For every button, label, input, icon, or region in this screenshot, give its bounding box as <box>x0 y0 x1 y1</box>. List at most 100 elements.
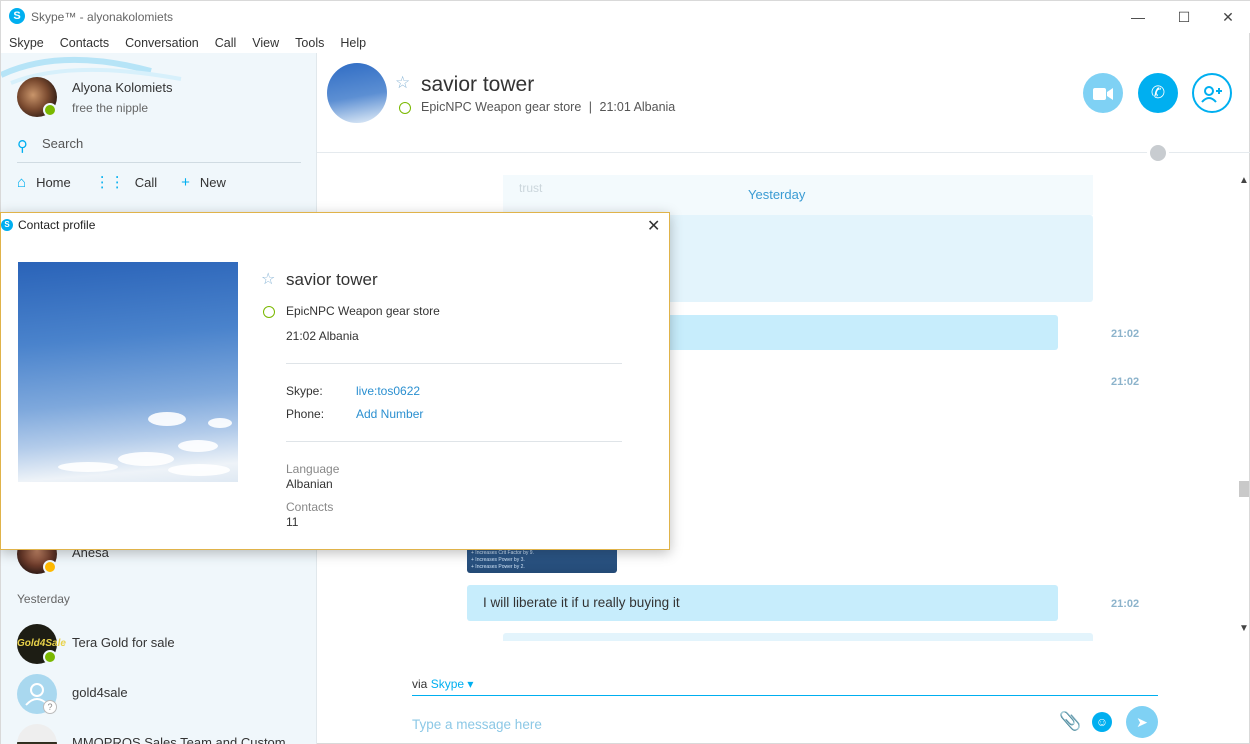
scroll-up-icon[interactable]: ▲ <box>1239 175 1249 186</box>
language-label: Language <box>286 462 340 476</box>
skype-logo-icon: S <box>1 219 13 231</box>
divider <box>286 441 622 442</box>
dialog-title: Contact profile <box>18 218 96 232</box>
send-arrow-icon: ➤ <box>1136 714 1148 730</box>
language-value: Albanian <box>286 477 333 491</box>
skype-logo-icon: S <box>9 8 25 24</box>
skype-id-link[interactable]: live:tos0622 <box>356 384 420 398</box>
conversation-header: ☆ savior tower EpicNPC Weapon gear store… <box>317 53 1250 164</box>
day-label-yesterday: Yesterday <box>17 592 70 606</box>
nav-new-label: New <box>199 174 226 190</box>
add-number-link[interactable]: Add Number <box>356 407 423 421</box>
menu-skype[interactable]: Skype <box>1 33 52 53</box>
image-caption-line: + Increases Power by 2. <box>471 564 525 570</box>
recent-item-tera-gold[interactable]: Gold4Sale Tera Gold for sale <box>1 619 316 669</box>
nav-call-label: Call <box>134 174 158 190</box>
contact-local-time: 21:01 Albania <box>599 100 676 114</box>
scrollbar-thumb[interactable] <box>1239 481 1249 497</box>
menu-bar: Skype Contacts Conversation Call View To… <box>1 33 374 53</box>
avatar <box>17 724 57 744</box>
offline-status-icon <box>399 102 411 114</box>
window-title: Skype™ - alyonakolomiets <box>31 10 174 24</box>
faded-message-text: trust <box>519 181 543 195</box>
menu-conversation[interactable]: Conversation <box>117 33 207 53</box>
contact-mood-text: EpicNPC Weapon gear store <box>421 100 582 114</box>
nav-call[interactable]: ⋮⋮ Call <box>95 173 157 191</box>
message-time: 21:02 <box>1111 376 1140 388</box>
favorite-star-icon[interactable]: ☆ <box>395 73 410 93</box>
title-bar: S Skype™ - alyonakolomiets — ☐ ✕ <box>1 1 1250 33</box>
recent-item-gold4sale[interactable]: ? gold4sale <box>1 669 316 719</box>
my-name[interactable]: Alyona Kolomiets <box>72 80 172 95</box>
contact-avatar[interactable] <box>327 63 387 123</box>
nav-new[interactable]: + New <box>181 173 226 191</box>
message-bubble[interactable]: I will liberate it if u really buying it <box>467 585 1058 621</box>
menu-contacts[interactable]: Contacts <box>52 33 117 53</box>
emoticon-icon[interactable]: ☺ <box>1092 712 1112 732</box>
search-label: Search <box>42 136 84 151</box>
phone-label: Phone: <box>286 407 325 421</box>
voice-call-button[interactable]: ✆ <box>1138 73 1178 113</box>
divider <box>286 363 622 364</box>
recent-item-mmopros[interactable]: MMOPROS Sales Team and Custom <box>1 719 316 744</box>
attach-file-icon[interactable]: 📎 <box>1059 711 1081 732</box>
minimize-button[interactable]: — <box>1115 1 1161 33</box>
video-call-button[interactable] <box>1083 73 1123 113</box>
unknown-status-icon: ? <box>43 700 57 714</box>
my-mood[interactable]: free the nipple <box>72 101 148 115</box>
contacts-label: Contacts <box>286 500 334 514</box>
scroll-down-icon[interactable]: ▼ <box>1239 623 1249 634</box>
profile-name: savior tower <box>286 270 378 289</box>
add-person-icon <box>1201 85 1222 103</box>
online-status-icon <box>43 650 57 664</box>
via-label: via <box>412 677 428 691</box>
recent-item-name: gold4sale <box>72 685 128 700</box>
close-window-button[interactable]: ✕ <box>1205 1 1250 33</box>
message-input[interactable] <box>412 713 1042 735</box>
away-status-icon <box>43 560 57 574</box>
nav-home[interactable]: ⌂ Home <box>17 173 71 191</box>
profile-local-time: 21:02 Albania <box>286 329 359 343</box>
favorite-star-icon[interactable]: ☆ <box>261 269 275 289</box>
phone-icon: ✆ <box>1150 83 1166 102</box>
mood-separator: | <box>588 100 593 114</box>
recent-item-name: Tera Gold for sale <box>72 635 175 650</box>
send-button[interactable]: ➤ <box>1126 706 1158 738</box>
compose-divider <box>412 695 1158 696</box>
message-time: 21:02 <box>1111 328 1140 340</box>
image-caption-line: + Increases Crit Factor by 9. <box>471 550 534 556</box>
contact-profile-dialog: S Contact profile ✕ ☆ savior tower EpicN… <box>0 212 670 550</box>
close-dialog-button[interactable]: ✕ <box>647 216 660 236</box>
add-people-button[interactable] <box>1192 73 1232 113</box>
contact-name[interactable]: savior tower <box>421 73 534 97</box>
dialpad-icon: ⋮⋮ <box>94 174 125 191</box>
maximize-button[interactable]: ☐ <box>1161 1 1207 33</box>
menu-help[interactable]: Help <box>332 33 374 53</box>
message-time: 21:02 <box>1111 598 1140 610</box>
chevron-down-icon: ▾ <box>467 677 474 691</box>
contacts-value: 11 <box>286 515 299 529</box>
search-box[interactable]: ⚲ Search <box>17 133 301 163</box>
chat-scrollbar[interactable]: ▲ ▼ <box>1237 173 1250 641</box>
menu-tools[interactable]: Tools <box>287 33 332 53</box>
search-icon: ⚲ <box>17 138 28 155</box>
send-via-selector[interactable]: via Skype ▾ <box>412 677 473 691</box>
skype-window: S Skype™ - alyonakolomiets — ☐ ✕ Skype C… <box>0 0 1250 744</box>
skype-id-label: Skype: <box>286 384 323 398</box>
video-camera-icon <box>1093 87 1113 100</box>
menu-view[interactable]: View <box>244 33 287 53</box>
day-separator-label: Yesterday <box>748 187 806 202</box>
home-icon: ⌂ <box>17 173 27 191</box>
nav-home-label: Home <box>36 174 71 190</box>
menu-call[interactable]: Call <box>207 33 245 53</box>
message-bubble[interactable] <box>503 633 1093 641</box>
contact-photo <box>18 262 238 482</box>
image-attachment-thumbnail[interactable]: + Increases Crit Factor by 9. + Increase… <box>467 548 617 573</box>
my-online-status-icon <box>43 103 57 117</box>
offline-status-icon <box>263 306 275 318</box>
plus-icon: + <box>181 173 190 191</box>
sidebar-nav: ⌂ Home ⋮⋮ Call + New <box>17 173 250 192</box>
day-separator: Yesterday <box>503 175 1093 215</box>
profile-mood: EpicNPC Weapon gear store <box>286 304 440 318</box>
image-caption-line: + Increases Power by 3. <box>471 557 525 563</box>
